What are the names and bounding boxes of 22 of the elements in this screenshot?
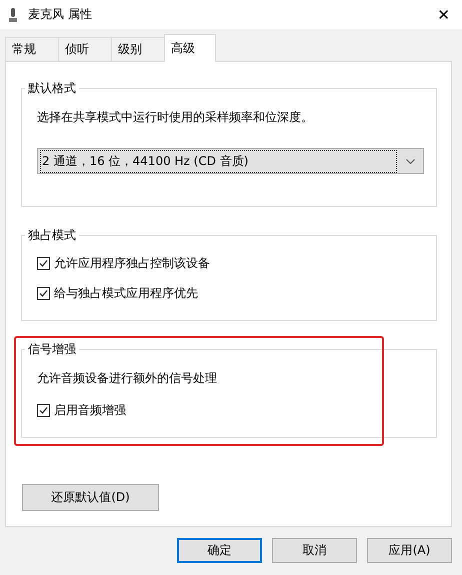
checkbox-label: 给与独占模式应用程序优先 (54, 285, 198, 302)
dialog-button[interactable]: 确定 (177, 538, 262, 563)
tab[interactable]: 常规 (5, 37, 59, 61)
tab[interactable]: 高级 (164, 34, 216, 62)
group-title: 默认格式 (25, 80, 79, 97)
dialog-button[interactable]: 应用(A) (367, 538, 452, 563)
group-title: 信号增强 (25, 341, 79, 358)
microphone-icon (8, 6, 18, 22)
description-text: 允许音频设备进行额外的信号处理 (37, 370, 218, 387)
checkbox[interactable] (37, 404, 50, 417)
checkbox[interactable] (37, 287, 50, 300)
dialog-button[interactable]: 取消 (272, 538, 357, 563)
checkbox-label: 启用音频增强 (54, 402, 126, 419)
group-title: 独占模式 (25, 227, 79, 244)
checkbox-label: 允许应用程序独占控制该设备 (54, 255, 210, 272)
description-text: 选择在共享模式中运行时使用的采样频率和位深度。 (37, 109, 314, 126)
chevron-down-icon (406, 158, 415, 164)
restore-defaults-button[interactable]: 还原默认值(D) (22, 484, 159, 511)
checkbox[interactable] (37, 257, 50, 270)
close-button[interactable]: ✕ (437, 6, 450, 24)
window-title: 麦克风 属性 (28, 6, 93, 23)
format-dropdown[interactable]: 2 通道，16 位，44100 Hz (CD 音质) (37, 148, 424, 174)
